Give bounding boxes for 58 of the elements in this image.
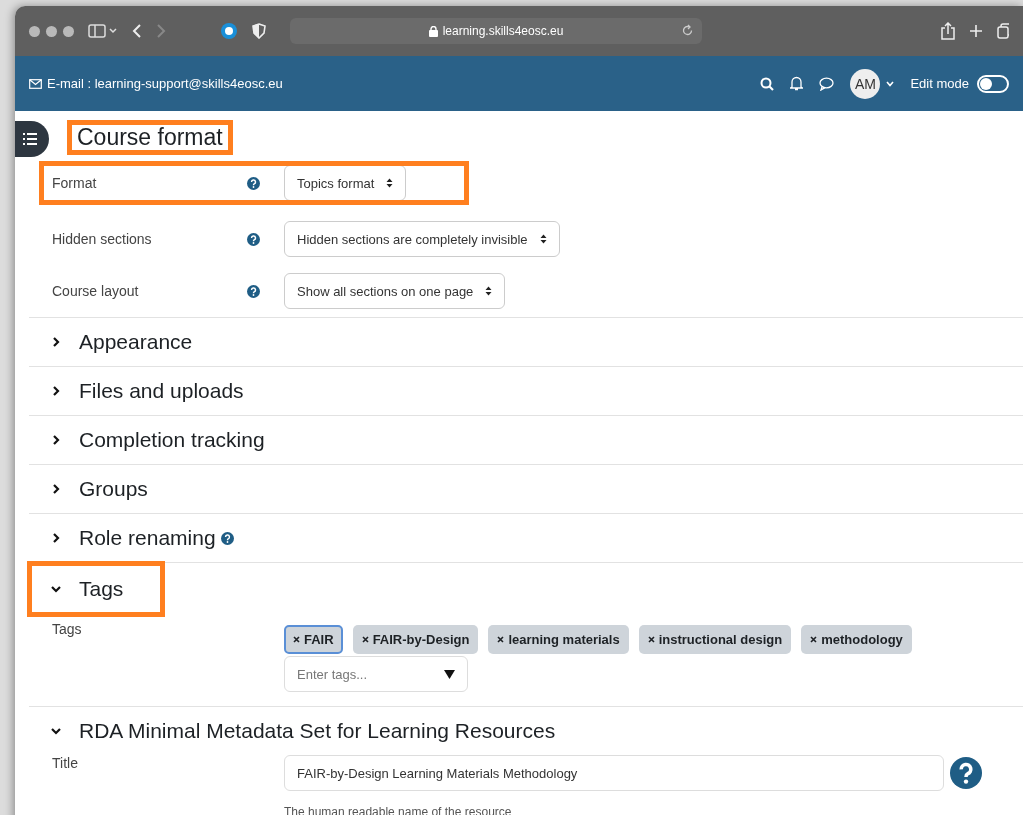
chat-icon[interactable]	[819, 76, 835, 91]
sidebar-icon[interactable]	[88, 24, 118, 38]
field-label: Tags	[52, 621, 83, 639]
select-dropdown[interactable]: Hidden sections are completely invisible	[284, 221, 560, 257]
section-heading[interactable]: Groups	[79, 477, 148, 501]
field-label: Title	[52, 755, 79, 773]
select-arrows-icon	[386, 178, 394, 188]
help-icon[interactable]	[220, 531, 234, 545]
section-heading[interactable]: Role renaming	[79, 526, 216, 550]
share-icon[interactable]	[941, 22, 955, 40]
help-icon[interactable]	[247, 232, 260, 246]
remove-icon[interactable]	[647, 636, 655, 643]
tag-chip[interactable]: methodology	[801, 625, 912, 654]
window-controls-icon[interactable]	[29, 25, 74, 37]
envelope-icon	[29, 78, 42, 89]
select-dropdown[interactable]: Show all sections on one page	[284, 273, 506, 309]
tags-input[interactable]: Enter tags...	[284, 656, 468, 692]
remove-icon[interactable]	[810, 636, 818, 643]
select-arrows-icon	[539, 234, 547, 244]
tag-chip[interactable]: instructional design	[638, 625, 792, 654]
remove-icon[interactable]	[361, 636, 369, 643]
drawer-toggle[interactable]	[15, 121, 49, 157]
lock-icon	[428, 25, 438, 37]
help-icon[interactable]	[247, 176, 260, 190]
dropdown-arrow-icon[interactable]	[444, 669, 455, 679]
search-icon[interactable]	[760, 76, 775, 91]
tag-chip[interactable]: FAIR	[284, 625, 343, 654]
field-label: Hidden sections	[52, 231, 153, 247]
caret-icon[interactable]	[886, 80, 895, 87]
bell-icon[interactable]	[790, 76, 804, 91]
url-text: learning.skills4eosc.eu	[442, 24, 564, 38]
help-icon[interactable]	[247, 284, 260, 298]
extension-icon[interactable]	[220, 22, 238, 40]
section-heading[interactable]: Completion tracking	[79, 428, 265, 452]
edit-mode-label: Edit mode	[910, 76, 969, 91]
plus-icon[interactable]	[969, 24, 983, 38]
tag-chip[interactable]: FAIR-by-Design	[352, 625, 479, 654]
select-arrows-icon	[485, 286, 493, 296]
address-bar[interactable]: learning.skills4eosc.eu	[290, 18, 702, 44]
tabs-icon[interactable]	[997, 23, 1009, 39]
field-label: Format	[52, 175, 98, 191]
title-field[interactable]: FAIR-by-Design Learning Materials Methodology	[284, 755, 944, 791]
field-label: Course layout	[52, 283, 140, 299]
edit-mode-toggle[interactable]	[977, 74, 1009, 93]
section-heading[interactable]: RDA Minimal Metadata Set for Learning Resources	[79, 719, 556, 743]
support-email[interactable]: E-mail : learning-support@skills4eosc.eu	[47, 76, 283, 91]
tag-chip[interactable]: learning materials	[488, 625, 629, 654]
section-heading[interactable]: Files and uploads	[79, 379, 244, 403]
reload-icon[interactable]	[681, 24, 694, 37]
remove-icon[interactable]	[497, 636, 505, 643]
remove-icon[interactable]	[293, 636, 300, 643]
section-heading[interactable]: Appearance	[79, 330, 193, 354]
section-heading[interactable]: Tags	[79, 577, 124, 601]
help-icon[interactable]	[950, 757, 982, 789]
list-icon	[23, 133, 37, 145]
back-icon[interactable]	[132, 23, 142, 39]
user-avatar[interactable]: AM	[850, 68, 881, 99]
shield-icon[interactable]	[252, 23, 266, 39]
